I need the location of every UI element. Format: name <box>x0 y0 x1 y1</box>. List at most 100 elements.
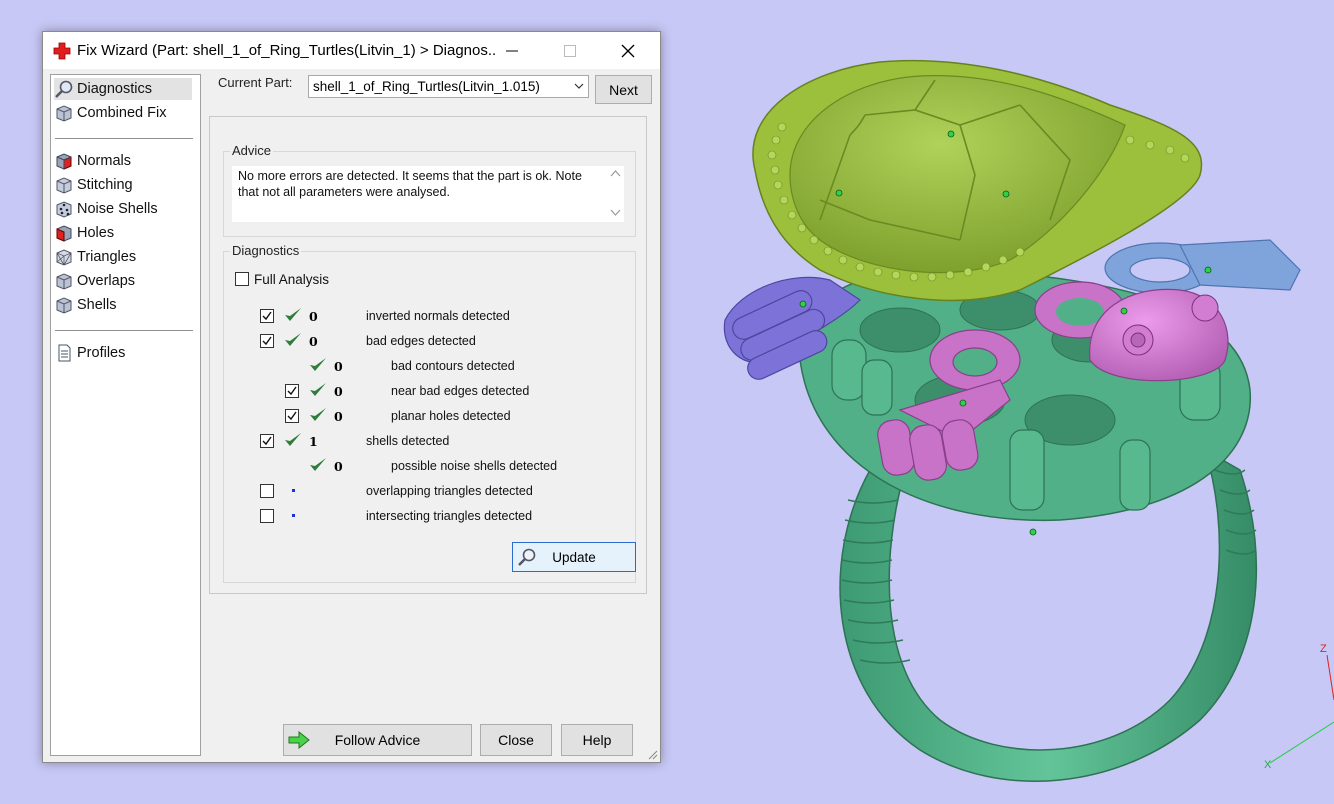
nav-item-profiles[interactable]: Profiles <box>54 342 192 364</box>
nav-label: Combined Fix <box>77 105 167 121</box>
overlapping-triangles-checkbox[interactable] <box>260 484 274 498</box>
red-cube-icon <box>56 153 72 170</box>
green-arrow-icon <box>288 731 310 749</box>
shells-label: shells detected <box>366 434 450 448</box>
overlapping-triangles-label: overlapping triangles detected <box>366 484 533 498</box>
intersecting-triangles-label: intersecting triangles detected <box>366 509 533 523</box>
checkmark-icon <box>287 411 297 421</box>
nav-label: Shells <box>77 297 117 313</box>
axis-z-label: Z <box>1320 643 1327 655</box>
pending-dot-icon <box>292 489 295 492</box>
help-button[interactable]: Help <box>561 724 633 756</box>
maximize-button[interactable] <box>541 32 599 69</box>
red-cross-icon <box>53 42 71 60</box>
minimize-icon <box>506 50 518 51</box>
intersecting-triangles-checkbox[interactable] <box>260 509 274 523</box>
full-analysis-checkbox[interactable] <box>235 272 249 286</box>
nav-item-overlaps[interactable]: Overlaps <box>54 270 192 292</box>
title-bar[interactable]: Fix Wizard (Part: shell_1_of_Ring_Turtle… <box>43 32 660 69</box>
noise-shells-count: 0 <box>334 459 343 474</box>
inverted-normals-label: inverted normals detected <box>366 309 510 323</box>
bad-edges-label: bad edges detected <box>366 334 476 348</box>
planar-holes-checkbox[interactable] <box>285 409 299 423</box>
wizard-nav: Diagnostics Combined Fix Normals Stitchi… <box>50 74 201 756</box>
cube-icon <box>56 105 72 122</box>
advice-box: No more errors are detected. It seems th… <box>232 166 624 222</box>
planar-holes-label: planar holes detected <box>391 409 511 423</box>
nav-label: Diagnostics <box>77 81 152 97</box>
cube-icon <box>56 297 72 314</box>
inverted-normals-checkbox[interactable] <box>260 309 274 323</box>
full-analysis-label: Full Analysis <box>254 272 330 287</box>
advice-title: Advice <box>230 143 274 158</box>
diagnostics-panel: Advice No more errors are detected. It s… <box>209 116 647 594</box>
axis-x-label: X <box>1264 759 1272 771</box>
advice-scrollbar[interactable] <box>607 166 624 222</box>
bad-contours-count: 0 <box>334 359 343 374</box>
chevron-down-icon <box>574 83 584 89</box>
nav-label: Profiles <box>77 345 126 361</box>
nav-label: Noise Shells <box>77 201 158 217</box>
fix-wizard-window: Fix Wizard (Part: shell_1_of_Ring_Turtle… <box>42 31 661 763</box>
next-button[interactable]: Next <box>595 75 652 104</box>
update-label: Update <box>552 549 596 565</box>
pending-dot-icon <box>292 514 295 517</box>
green-check-icon <box>310 408 326 421</box>
nav-label: Stitching <box>77 177 133 193</box>
checkmark-icon <box>287 386 297 396</box>
dotted-cube-icon <box>56 201 72 218</box>
advice-group: Advice No more errors are detected. It s… <box>223 143 636 237</box>
red-cube-icon <box>56 225 72 242</box>
nav-divider <box>55 330 193 331</box>
axis-triad: Z X <box>1264 643 1334 771</box>
planar-holes-count: 0 <box>334 409 343 424</box>
close-window-button[interactable] <box>599 32 657 69</box>
bad-edges-count: 0 <box>309 334 318 349</box>
nav-label: Normals <box>77 153 131 169</box>
green-check-icon <box>310 458 326 471</box>
close-button[interactable]: Close <box>480 724 552 756</box>
nav-item-stitching[interactable]: Stitching <box>54 174 192 196</box>
near-bad-edges-count: 0 <box>334 384 343 399</box>
diagnostics-title: Diagnostics <box>230 243 302 258</box>
maximize-icon <box>564 44 576 57</box>
noise-shells-label: possible noise shells detected <box>391 459 558 473</box>
bad-edges-checkbox[interactable] <box>260 334 274 348</box>
nav-item-holes[interactable]: Holes <box>54 222 192 244</box>
checkmark-icon <box>262 336 272 346</box>
follow-advice-button[interactable]: Follow Advice <box>283 724 472 756</box>
nav-item-normals[interactable]: Normals <box>54 150 192 172</box>
checkmark-icon <box>262 436 272 446</box>
bad-contours-label: bad contours detected <box>391 359 515 373</box>
nav-divider <box>55 138 193 139</box>
nav-item-diagnostics[interactable]: Diagnostics <box>54 78 192 100</box>
nav-label: Overlaps <box>77 273 136 289</box>
nav-item-combined-fix[interactable]: Combined Fix <box>54 102 192 124</box>
magnifier-icon <box>518 548 536 566</box>
wire-cube-icon <box>56 249 72 266</box>
nav-item-shells[interactable]: Shells <box>54 294 192 316</box>
resize-grip-icon[interactable] <box>646 748 658 760</box>
current-part-select[interactable]: shell_1_of_Ring_Turtles(Litvin_1.015) <box>308 75 589 98</box>
update-button[interactable]: Update <box>512 542 636 572</box>
green-check-icon <box>310 358 326 371</box>
checkmark-icon <box>262 311 272 321</box>
magnifier-icon <box>55 80 73 98</box>
blue-loop <box>1104 239 1301 294</box>
nav-item-noise-shells[interactable]: Noise Shells <box>54 198 192 220</box>
current-part-value: shell_1_of_Ring_Turtles(Litvin_1.015) <box>313 79 540 94</box>
nav-label: Triangles <box>77 249 137 265</box>
green-check-icon <box>285 433 301 446</box>
diagnostics-group: Diagnostics Full Analysis 0 inverted nor… <box>223 243 636 583</box>
close-icon <box>621 44 635 57</box>
green-check-icon <box>285 333 301 346</box>
minimize-button[interactable] <box>483 32 541 69</box>
green-check-icon <box>285 308 301 321</box>
near-bad-edges-checkbox[interactable] <box>285 384 299 398</box>
cube-icon <box>56 177 72 194</box>
nav-item-triangles[interactable]: Triangles <box>54 246 192 268</box>
shells-count: 1 <box>309 434 318 449</box>
current-part-label: Current Part: <box>218 75 293 90</box>
advice-text: No more errors are detected. It seems th… <box>238 169 582 199</box>
shells-checkbox[interactable] <box>260 434 274 448</box>
